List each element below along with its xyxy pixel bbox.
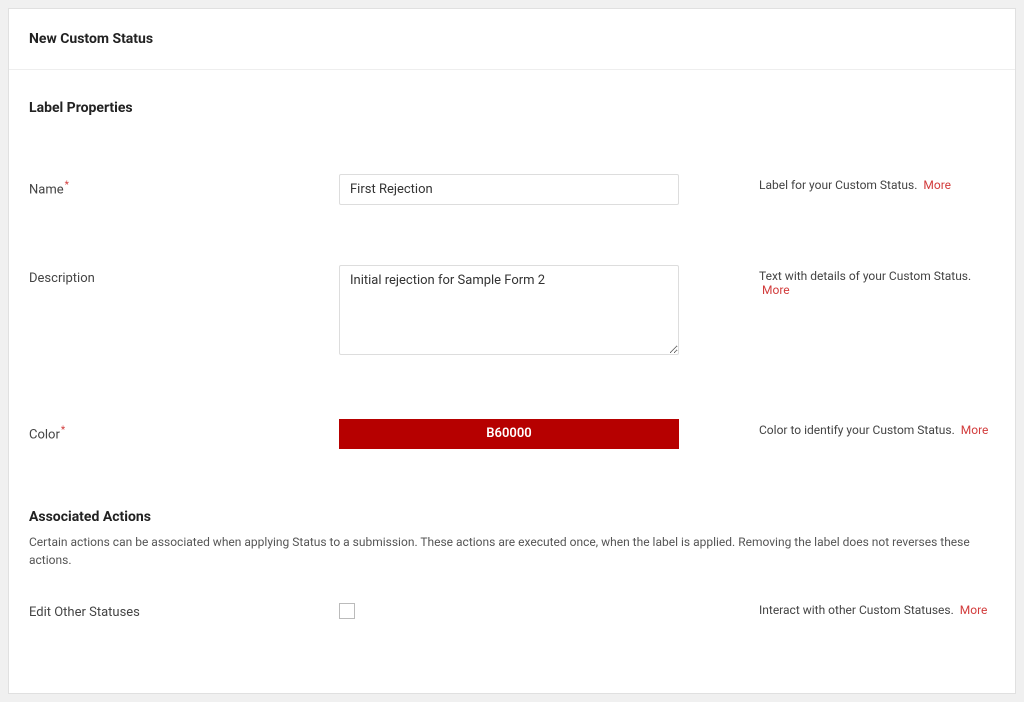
edit-other-statuses-checkbox[interactable] [339,603,355,619]
help-col-edit-other: Interact with other Custom Statuses. Mor… [679,599,995,617]
description-textarea[interactable]: Initial rejection for Sample Form 2 [339,265,679,355]
page-title: New Custom Status [29,31,995,47]
associated-actions-description: Certain actions can be associated when a… [29,533,995,569]
name-more-link[interactable]: More [923,178,951,192]
panel-header: New Custom Status [9,9,1015,70]
help-col-name: Label for your Custom Status. More [679,174,995,192]
name-input[interactable] [339,174,679,205]
input-col-edit-other [339,599,679,623]
description-label: Description [29,271,95,286]
section-title-label-properties: Label Properties [29,100,995,116]
edit-other-help-text: Interact with other Custom Statuses. [759,603,954,617]
edit-other-statuses-label: Edit Other Statuses [29,605,140,620]
form-row-description: Description Initial rejection for Sample… [29,265,995,359]
custom-status-panel: New Custom Status Label Properties Name*… [8,8,1016,694]
label-col-edit-other: Edit Other Statuses [29,599,339,620]
description-more-link[interactable]: More [762,283,790,297]
help-col-color: Color to identify your Custom Status. Mo… [679,419,995,437]
color-label: Color [29,427,60,442]
required-mark: * [61,425,65,436]
form-row-color: Color* B60000 Color to identify your Cus… [29,419,995,449]
help-col-description: Text with details of your Custom Status.… [679,265,995,297]
description-help-text: Text with details of your Custom Status. [759,269,971,283]
edit-other-more-link[interactable]: More [960,603,988,617]
section-title-associated-actions: Associated Actions [29,509,995,525]
label-col-description: Description [29,265,339,286]
input-col-description: Initial rejection for Sample Form 2 [339,265,679,359]
name-label: Name [29,182,64,197]
color-more-link[interactable]: More [961,423,989,437]
name-help-text: Label for your Custom Status. [759,178,917,192]
label-col-color: Color* [29,419,339,442]
input-col-name [339,174,679,205]
color-picker[interactable]: B60000 [339,419,679,449]
input-col-color: B60000 [339,419,679,449]
panel-body: Label Properties Name* Label for your Cu… [9,70,1015,693]
form-row-name: Name* Label for your Custom Status. More [29,174,995,205]
color-help-text: Color to identify your Custom Status. [759,423,955,437]
form-row-edit-other-statuses: Edit Other Statuses Interact with other … [29,599,995,623]
label-col-name: Name* [29,174,339,197]
required-mark: * [65,180,69,191]
